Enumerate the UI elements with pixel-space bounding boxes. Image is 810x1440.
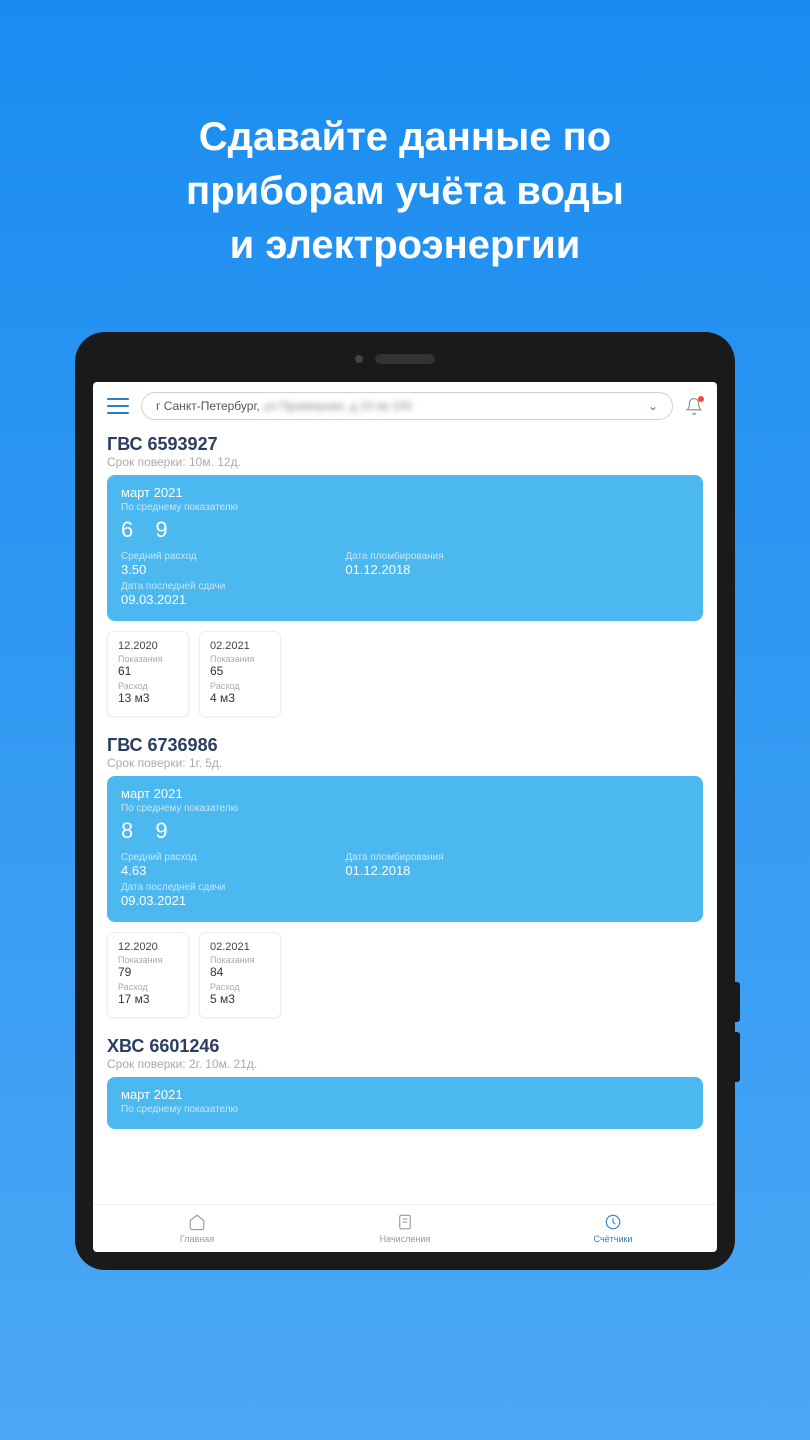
tablet-frame: г Санкт-Петербург, ул Примерная, д 10 кв…: [75, 332, 735, 1270]
promo-line-3: и электроэнергии: [40, 218, 770, 272]
history-read-label: Показания: [118, 654, 178, 664]
seal-date-label: Дата пломбирования: [345, 551, 443, 562]
history-cons-value: 17 м3: [118, 992, 178, 1006]
document-icon: [396, 1213, 414, 1231]
card-avg-label: По среднему показателю: [121, 803, 689, 814]
avg-consumption-label: Средний расход: [121, 551, 225, 562]
history-date: 02.2021: [210, 941, 270, 953]
history-cons-value: 4 м3: [210, 691, 270, 705]
history-row: 12.2020 Показания 61 Расход 13 м3 02.202…: [107, 631, 703, 717]
seal-date-label: Дата пломбирования: [345, 852, 443, 863]
promo-headline: Сдавайте данные по приборам учёта воды и…: [0, 0, 810, 332]
top-bar: г Санкт-Петербург, ул Примерная, д 10 кв…: [93, 382, 717, 430]
nav-charges-label: Начисления: [380, 1234, 431, 1244]
tablet-side-button: [735, 982, 740, 1022]
history-card[interactable]: 12.2020 Показания 79 Расход 17 м3: [107, 932, 189, 1018]
avg-consumption-value: 4.63: [121, 863, 225, 878]
notifications-bell-icon[interactable]: [685, 397, 703, 415]
meter-title: ГВС 6593927: [107, 434, 703, 455]
card-month: март 2021: [121, 786, 689, 801]
history-card[interactable]: 12.2020 Показания 61 Расход 13 м3: [107, 631, 189, 717]
history-date: 02.2021: [210, 640, 270, 652]
meter-section: ГВС 6593927 Срок поверки: 10м. 12д. март…: [107, 434, 703, 717]
nav-home[interactable]: Главная: [93, 1213, 301, 1244]
meter-icon: [604, 1213, 622, 1231]
last-date-label: Дата последней сдачи: [121, 581, 225, 592]
nav-home-label: Главная: [180, 1234, 214, 1244]
tablet-camera: [375, 354, 435, 364]
history-read-label: Показания: [210, 955, 270, 965]
meter-verify-period: Срок поверки: 2г. 10м. 21д.: [107, 1057, 703, 1071]
last-date-value: 09.03.2021: [121, 592, 225, 607]
avg-consumption-label: Средний расход: [121, 852, 225, 863]
nav-meters[interactable]: Счётчики: [509, 1213, 717, 1244]
card-month: март 2021: [121, 485, 689, 500]
promo-line-2: приборам учёта воды: [40, 164, 770, 218]
meter-section: ГВС 6736986 Срок поверки: 1г. 5д. март 2…: [107, 735, 703, 1018]
history-read-value: 84: [210, 965, 270, 979]
current-reading-card[interactable]: март 2021 По среднему показателю: [107, 1077, 703, 1129]
seal-date-value: 01.12.2018: [345, 562, 443, 577]
card-reading-value: 8 9: [121, 818, 689, 844]
history-cons-value: 13 м3: [118, 691, 178, 705]
history-read-label: Показания: [210, 654, 270, 664]
chevron-down-icon: ⌄: [648, 399, 658, 413]
meter-section: ХВС 6601246 Срок поверки: 2г. 10м. 21д. …: [107, 1036, 703, 1129]
bottom-nav: Главная Начисления Счётчики: [93, 1204, 717, 1252]
home-icon: [188, 1213, 206, 1231]
last-date-value: 09.03.2021: [121, 893, 225, 908]
card-month: март 2021: [121, 1087, 689, 1102]
history-card[interactable]: 02.2021 Показания 65 Расход 4 м3: [199, 631, 281, 717]
nav-meters-label: Счётчики: [594, 1234, 633, 1244]
meter-title: ГВС 6736986: [107, 735, 703, 756]
meter-verify-period: Срок поверки: 10м. 12д.: [107, 455, 703, 469]
address-text: г Санкт-Петербург, ул Примерная, д 10 кв…: [156, 399, 412, 413]
history-cons-value: 5 м3: [210, 992, 270, 1006]
tablet-side-button: [735, 1032, 740, 1082]
history-read-value: 65: [210, 664, 270, 678]
meter-title: ХВС 6601246: [107, 1036, 703, 1057]
address-dropdown[interactable]: г Санкт-Петербург, ул Примерная, д 10 кв…: [141, 392, 673, 420]
meter-verify-period: Срок поверки: 1г. 5д.: [107, 756, 703, 770]
avg-consumption-value: 3.50: [121, 562, 225, 577]
current-reading-card[interactable]: март 2021 По среднему показателю 8 9 Сре…: [107, 776, 703, 922]
content-scroll[interactable]: ГВС 6593927 Срок поверки: 10м. 12д. март…: [93, 430, 717, 1204]
history-date: 12.2020: [118, 640, 178, 652]
history-read-value: 61: [118, 664, 178, 678]
current-reading-card[interactable]: март 2021 По среднему показателю 6 9 Сре…: [107, 475, 703, 621]
history-read-value: 79: [118, 965, 178, 979]
history-card[interactable]: 02.2021 Показания 84 Расход 5 м3: [199, 932, 281, 1018]
hamburger-menu-icon[interactable]: [107, 398, 129, 414]
card-avg-label: По среднему показателю: [121, 1104, 689, 1115]
nav-charges[interactable]: Начисления: [301, 1213, 509, 1244]
app-screen: г Санкт-Петербург, ул Примерная, д 10 кв…: [93, 382, 717, 1252]
seal-date-value: 01.12.2018: [345, 863, 443, 878]
card-avg-label: По среднему показателю: [121, 502, 689, 513]
history-cons-label: Расход: [210, 681, 270, 691]
history-date: 12.2020: [118, 941, 178, 953]
notification-dot: [698, 396, 704, 402]
promo-line-1: Сдавайте данные по: [40, 110, 770, 164]
history-cons-label: Расход: [118, 681, 178, 691]
history-row: 12.2020 Показания 79 Расход 17 м3 02.202…: [107, 932, 703, 1018]
last-date-label: Дата последней сдачи: [121, 882, 225, 893]
card-reading-value: 6 9: [121, 517, 689, 543]
history-read-label: Показания: [118, 955, 178, 965]
history-cons-label: Расход: [210, 982, 270, 992]
history-cons-label: Расход: [118, 982, 178, 992]
